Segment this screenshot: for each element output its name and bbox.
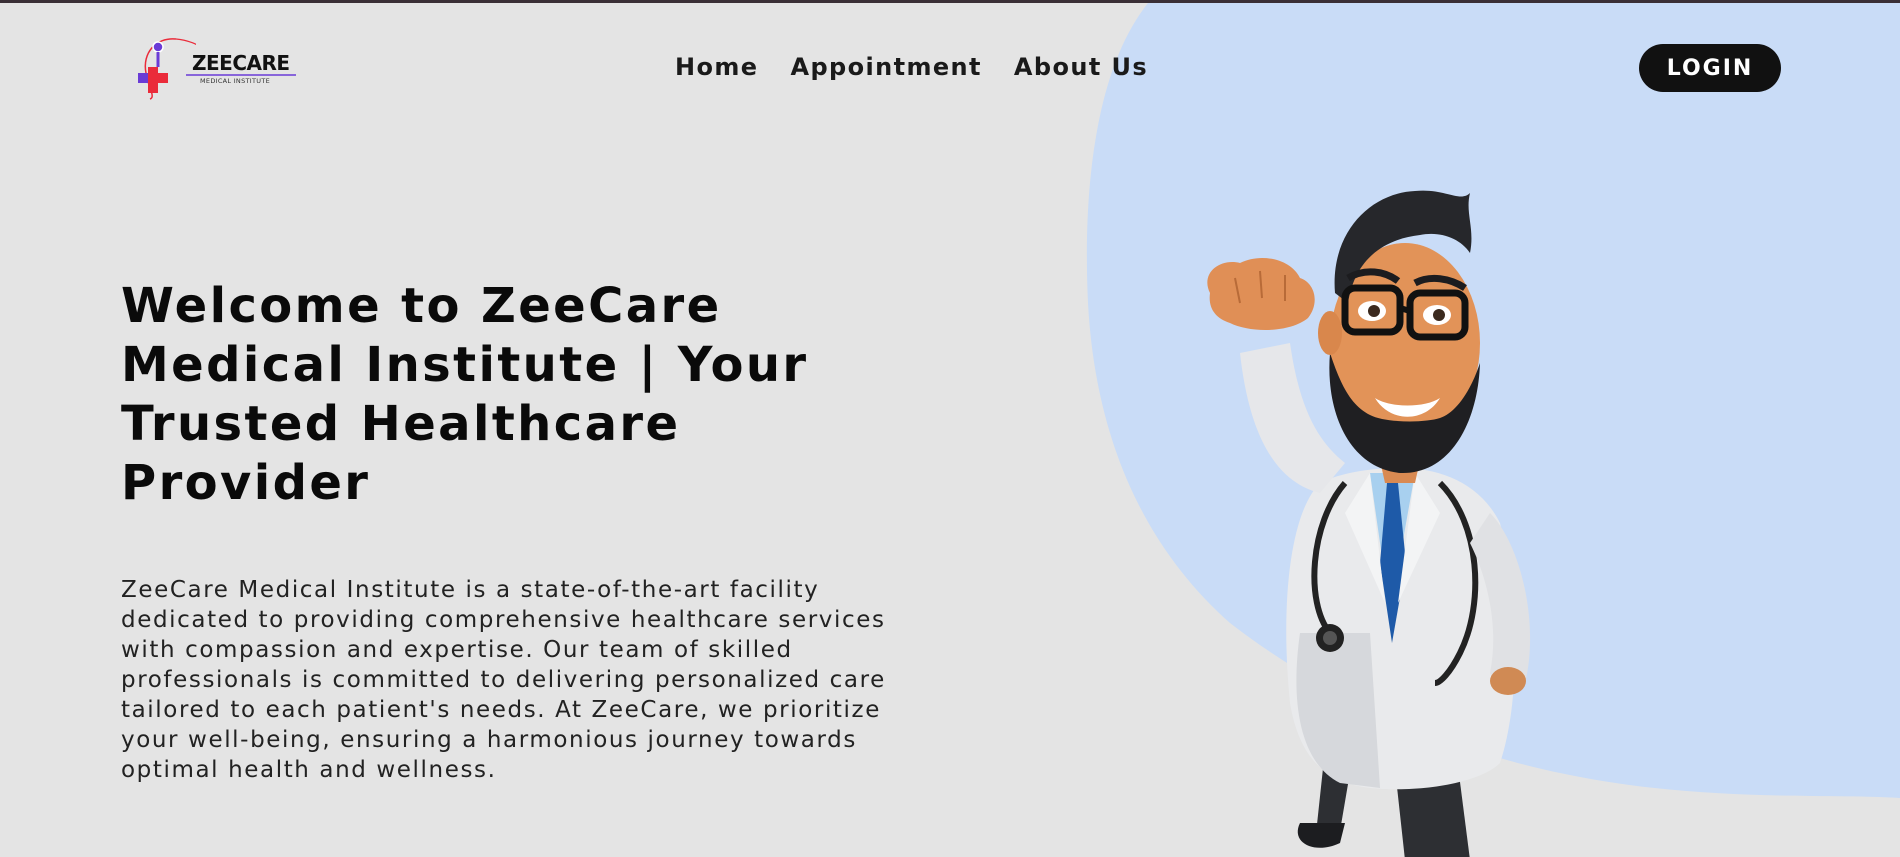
nav-appointment[interactable]: Appointment: [790, 53, 981, 81]
brand-logo[interactable]: ZEECARE MEDICAL INSTITUTE: [136, 35, 296, 105]
hero-title: Welcome to ZeeCare Medical Institute | Y…: [121, 278, 809, 511]
medical-cross-icon: [138, 38, 196, 100]
logo-name: ZEECARE: [192, 51, 290, 75]
hero-description: ZeeCare Medical Institute is a state-of-…: [121, 577, 886, 783]
logo-subtitle: MEDICAL INSTITUTE: [200, 77, 271, 85]
login-button[interactable]: LOGIN: [1639, 44, 1781, 92]
main-nav: Home Appointment About Us: [675, 53, 1148, 81]
landing-page: ZEECARE MEDICAL INSTITUTE Home Appointme…: [0, 0, 1900, 857]
doctor-illustration-icon: [1207, 190, 1531, 857]
nav-about-us[interactable]: About Us: [1014, 53, 1148, 81]
nav-home[interactable]: Home: [675, 53, 758, 81]
